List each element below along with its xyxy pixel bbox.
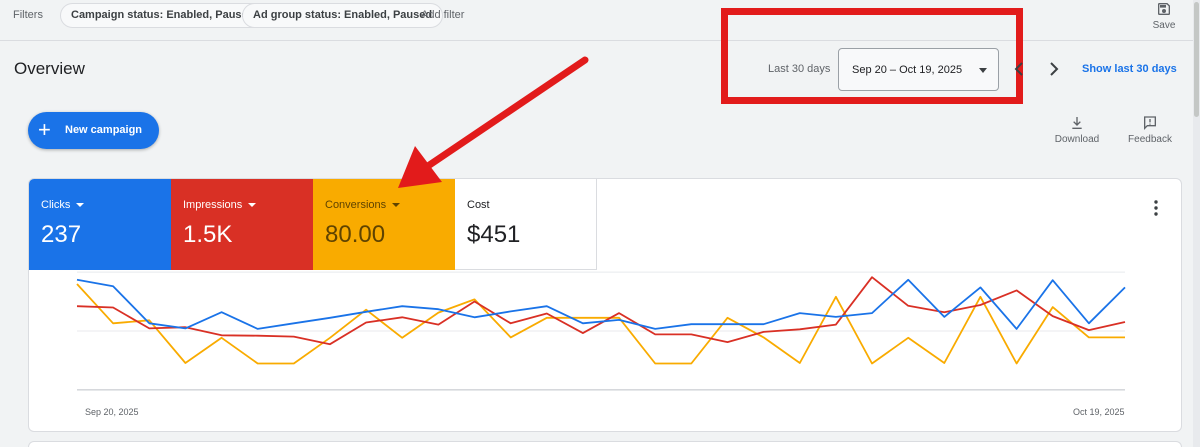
metric-value: 237 (41, 221, 82, 248)
metric-label: Cost (467, 199, 490, 211)
filter-chip-campaign-status[interactable]: Campaign status: Enabled, Paused (60, 3, 266, 28)
metric-value: $451 (467, 221, 521, 248)
new-campaign-label: New campaign (65, 124, 143, 136)
metric-value: 80.00 (325, 221, 386, 248)
metric-value: 1.5K (183, 221, 233, 248)
filter-chip-ad-group-status[interactable]: Ad group status: Enabled, Paused (242, 3, 444, 28)
more-vert-icon[interactable] (1149, 199, 1163, 217)
metric-cost[interactable]: Cost $451 (455, 179, 597, 270)
feedback-icon (1144, 116, 1156, 130)
highlight-box (721, 8, 1023, 104)
caret-down-icon (248, 203, 257, 208)
filters-label: Filters (13, 9, 43, 21)
save-label: Save (1152, 20, 1176, 31)
scrollbar-thumb[interactable] (1194, 2, 1199, 117)
x-axis-start-label: Sep 20, 2025 (85, 407, 139, 417)
overview-chart-card: Clicks 237 Impressions 1.5K Conversions … (28, 178, 1182, 432)
save-button[interactable]: Save (1145, 0, 1183, 36)
metric-label: Impressions (183, 199, 257, 211)
metric-impressions[interactable]: Impressions 1.5K (171, 179, 313, 270)
feedback-label: Feedback (1128, 134, 1172, 145)
show-last-30-days-link[interactable]: Show last 30 days (1082, 63, 1177, 75)
metric-clicks[interactable]: Clicks 237 (29, 179, 171, 270)
series-line-impressions (76, 276, 1126, 346)
chevron-right-icon[interactable] (1046, 60, 1062, 78)
download-button[interactable]: Download (1051, 115, 1103, 145)
metric-label: Clicks (41, 199, 85, 211)
add-filter-button[interactable]: Add filter (421, 9, 464, 21)
page-title: Overview (14, 59, 85, 78)
caret-down-icon (76, 203, 85, 208)
feedback-button[interactable]: Feedback (1124, 115, 1176, 145)
download-icon (1072, 117, 1082, 129)
performance-line-chart (76, 271, 1126, 391)
scrollbar[interactable] (1193, 0, 1200, 447)
download-label: Download (1054, 134, 1100, 145)
metric-label: Conversions (325, 199, 401, 211)
next-card (28, 441, 1182, 447)
x-axis-end-label: Oct 19, 2025 (1073, 407, 1125, 417)
save-icon (1158, 3, 1170, 15)
plus-icon: + (38, 117, 51, 142)
new-campaign-button[interactable]: + New campaign (28, 112, 159, 149)
metric-conversions[interactable]: Conversions 80.00 (313, 179, 455, 270)
chevron-left-icon[interactable] (1012, 60, 1026, 78)
caret-down-icon (392, 203, 401, 208)
